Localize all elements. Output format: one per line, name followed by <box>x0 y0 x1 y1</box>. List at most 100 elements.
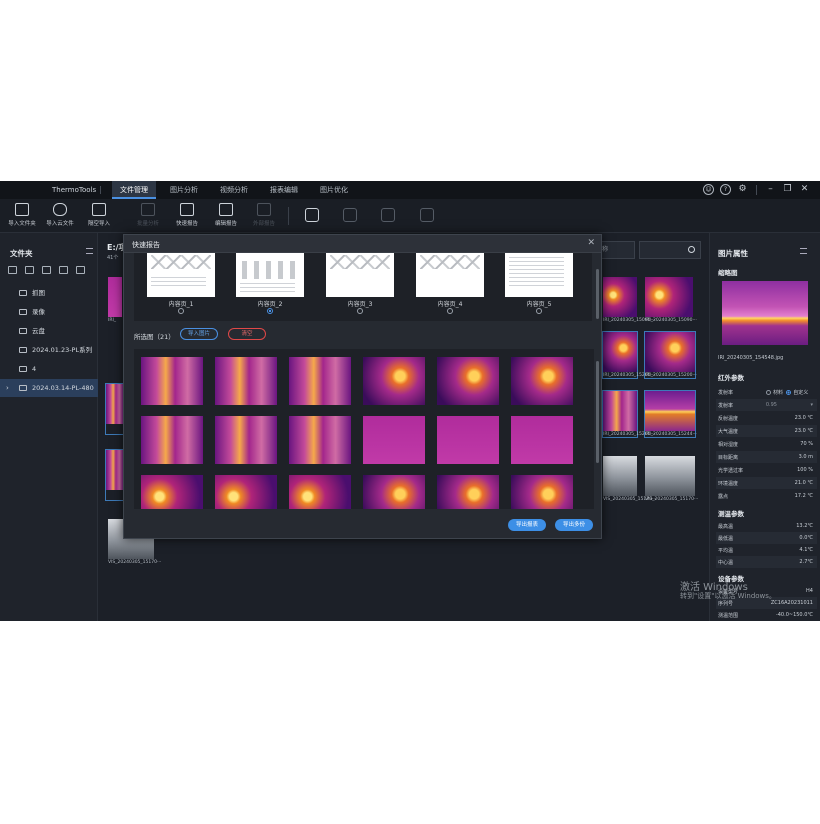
clear-images-button[interactable]: 清空 <box>228 328 266 340</box>
quick-report-button[interactable]: 快速报告 <box>167 203 207 227</box>
copy-folder-icon[interactable] <box>42 266 51 274</box>
thumbnail[interactable]: VIS_20240305_15170··· <box>644 455 698 503</box>
selected-image[interactable] <box>437 357 499 405</box>
selected-image[interactable] <box>511 475 573 509</box>
ir-section-title: 红外参数 <box>718 374 744 382</box>
shape-tool-icon[interactable] <box>381 208 395 222</box>
delete-icon[interactable] <box>76 266 85 274</box>
thumbnail[interactable]: IRI_20240305_15200··· <box>602 331 655 379</box>
template-page-radio[interactable] <box>357 308 363 314</box>
radio-material[interactable] <box>766 390 771 395</box>
thumbnail[interactable]: IRI_20240305_15244··· <box>644 390 697 438</box>
page-preview-text <box>240 283 295 295</box>
import-images-button[interactable]: 导入图片 <box>180 328 218 340</box>
param-value[interactable]: 3.0 m <box>799 454 813 460</box>
edit-report-button[interactable]: 编辑报告 <box>206 203 246 227</box>
comment-tool-icon[interactable] <box>343 208 357 222</box>
selected-image[interactable] <box>141 357 203 405</box>
param-value[interactable]: 70 % <box>800 441 813 447</box>
new-folder-icon[interactable] <box>8 266 17 274</box>
thumbnail[interactable]: VIS_20240305_15170··· <box>602 455 656 503</box>
param-value[interactable]: 17.2 ℃ <box>795 493 813 499</box>
template-page-radio-selected[interactable] <box>267 308 273 314</box>
param-value[interactable]: 23.0 ℃ <box>795 415 813 421</box>
template-page-1[interactable] <box>147 253 215 297</box>
help-icon[interactable]: ? <box>720 184 731 195</box>
menu-report-edit[interactable]: 报表编辑 <box>262 181 306 199</box>
selected-image[interactable] <box>363 416 425 464</box>
menu-image-analysis[interactable]: 图片分析 <box>162 181 206 199</box>
user-icon[interactable]: ☺ <box>703 184 714 195</box>
thumbnail[interactable]: IRI_20240305_15200··· <box>602 390 655 438</box>
thumbnail[interactable] <box>105 383 125 435</box>
selected-image[interactable] <box>289 416 351 464</box>
import-cloud-button[interactable]: 导入云文件 <box>40 203 80 227</box>
main-menu: 文件管理 图片分析 视频分析 报表编辑 图片优化 <box>112 181 362 199</box>
menu-video-analysis[interactable]: 视频分析 <box>212 181 256 199</box>
search-icon[interactable] <box>688 246 695 253</box>
export-report-button[interactable]: 导出报表 <box>508 519 546 531</box>
import-folder-button[interactable]: 导入文件夹 <box>2 203 42 227</box>
panel-menu-icon[interactable] <box>86 248 93 254</box>
radio-custom[interactable] <box>786 390 792 395</box>
image-tool-icon[interactable] <box>420 208 434 222</box>
template-page-4[interactable] <box>416 253 484 297</box>
thumbnail[interactable]: IRI_ <box>107 276 123 324</box>
template-page-radio[interactable] <box>536 308 542 314</box>
selected-image[interactable] <box>363 357 425 405</box>
param-label: 环境温度 <box>718 481 739 487</box>
folder-item-pl-480[interactable]: › 2024.03.14-PL-480 <box>0 379 98 397</box>
selected-image[interactable] <box>141 475 203 509</box>
selected-image[interactable] <box>289 357 351 405</box>
selected-image[interactable] <box>363 475 425 509</box>
folder-item-capture[interactable]: 抓图 <box>0 284 98 302</box>
folder-item-4[interactable]: 4 <box>0 360 98 378</box>
param-value[interactable]: 100 % <box>797 467 813 473</box>
restore-icon[interactable]: ❐ <box>782 184 793 195</box>
selected-image[interactable] <box>215 416 277 464</box>
param-value[interactable]: 23.0 ℃ <box>795 428 813 434</box>
folder-item-cloud[interactable]: 云盘 <box>0 322 98 340</box>
selected-image[interactable] <box>215 357 277 405</box>
settings-gear-icon[interactable]: ⚙ <box>737 184 748 195</box>
param-value[interactable]: 21.0 ℃ <box>795 480 813 486</box>
selected-image[interactable] <box>437 475 499 509</box>
properties-menu-icon[interactable] <box>800 248 807 254</box>
close-icon[interactable]: ✕ <box>799 184 810 195</box>
template-page-2[interactable] <box>236 253 304 297</box>
open-folder-icon[interactable] <box>25 266 34 274</box>
thumbnail[interactable] <box>105 449 125 501</box>
emissivity-dropdown-icon[interactable]: ▾ <box>810 402 813 408</box>
minimize-icon[interactable]: – <box>765 184 776 195</box>
selected-image[interactable] <box>437 416 499 464</box>
template-page-5[interactable] <box>505 253 573 297</box>
export-multiple-button[interactable]: 导出多份 <box>555 519 593 531</box>
thumbnail[interactable]: IRI_20240305_15090··· <box>644 276 697 324</box>
selected-image[interactable] <box>511 357 573 405</box>
text-tool-icon[interactable] <box>305 208 319 222</box>
airdrop-import-button[interactable]: 隔空导入 <box>79 203 119 227</box>
menu-image-optimize[interactable]: 图片优化 <box>312 181 356 199</box>
dialog-close-icon[interactable]: ✕ <box>587 238 595 248</box>
selected-image[interactable] <box>511 416 573 464</box>
selected-image[interactable] <box>215 475 277 509</box>
monitor-folder-icon[interactable] <box>59 266 68 274</box>
template-page-radio[interactable] <box>178 308 184 314</box>
batch-analyze-label: 批量分析 <box>136 221 159 227</box>
thumbnail[interactable]: IRI_20240305_15200··· <box>644 331 697 379</box>
selected-image[interactable] <box>289 475 351 509</box>
menu-file-manage[interactable]: 文件管理 <box>112 181 156 199</box>
emissivity-input[interactable]: 0.95 <box>766 402 777 408</box>
external-report-button[interactable]: 外部报告 <box>244 203 284 227</box>
folder-item-pl-series[interactable]: 2024.01.23-PL系列 <box>0 341 98 359</box>
batch-analyze-button[interactable]: 批量分析 <box>128 203 168 227</box>
page-strip-scrollbar[interactable] <box>596 269 599 319</box>
thumbnail[interactable]: IRI_20240305_15090··· <box>602 276 655 324</box>
images-grid-scrollbar[interactable] <box>596 361 599 463</box>
folder-item-record[interactable]: 录像 <box>0 303 98 321</box>
selected-image[interactable] <box>141 416 203 464</box>
template-page-3[interactable] <box>326 253 394 297</box>
expand-arrow-icon[interactable]: › <box>6 379 9 397</box>
thumbnail-caption: VIS_20240305_15170··· <box>108 560 162 565</box>
template-page-radio[interactable] <box>447 308 453 314</box>
